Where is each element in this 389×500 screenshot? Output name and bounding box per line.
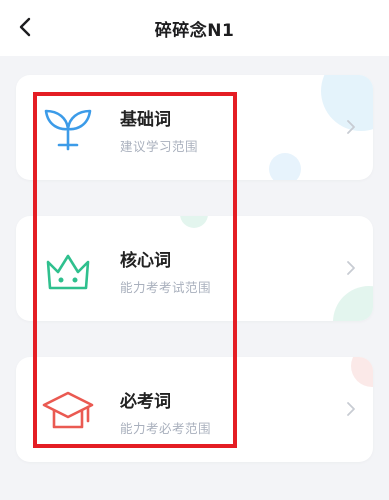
decorative-bubble xyxy=(333,286,373,321)
decorative-bubble xyxy=(269,153,301,180)
decorative-bubble xyxy=(180,216,208,228)
page-title: 碎碎念N1 xyxy=(154,21,235,41)
chevron-right-icon xyxy=(347,120,355,134)
category-description: 建议学习范围 xyxy=(120,139,199,154)
category-name: 必考词 xyxy=(120,392,171,412)
category-card-core[interactable]: 核心词 能力考考试范围 xyxy=(16,216,373,321)
decorative-bubble xyxy=(351,357,373,387)
category-card-required[interactable]: 必考词 能力考必考范围 xyxy=(16,357,373,462)
category-name: 核心词 xyxy=(120,251,171,271)
chevron-right-icon xyxy=(347,261,355,275)
graduation-cap-icon xyxy=(42,391,94,429)
chevron-right-icon xyxy=(347,402,355,416)
sprout-icon xyxy=(44,109,92,151)
category-description: 能力考必考范围 xyxy=(120,421,212,436)
category-description: 能力考考试范围 xyxy=(120,280,212,295)
category-name: 基础词 xyxy=(120,110,171,130)
crown-icon xyxy=(46,254,90,290)
category-card-basic[interactable]: 基础词 建议学习范围 xyxy=(16,75,373,180)
top-bar: 碎碎念N1 xyxy=(0,0,389,56)
